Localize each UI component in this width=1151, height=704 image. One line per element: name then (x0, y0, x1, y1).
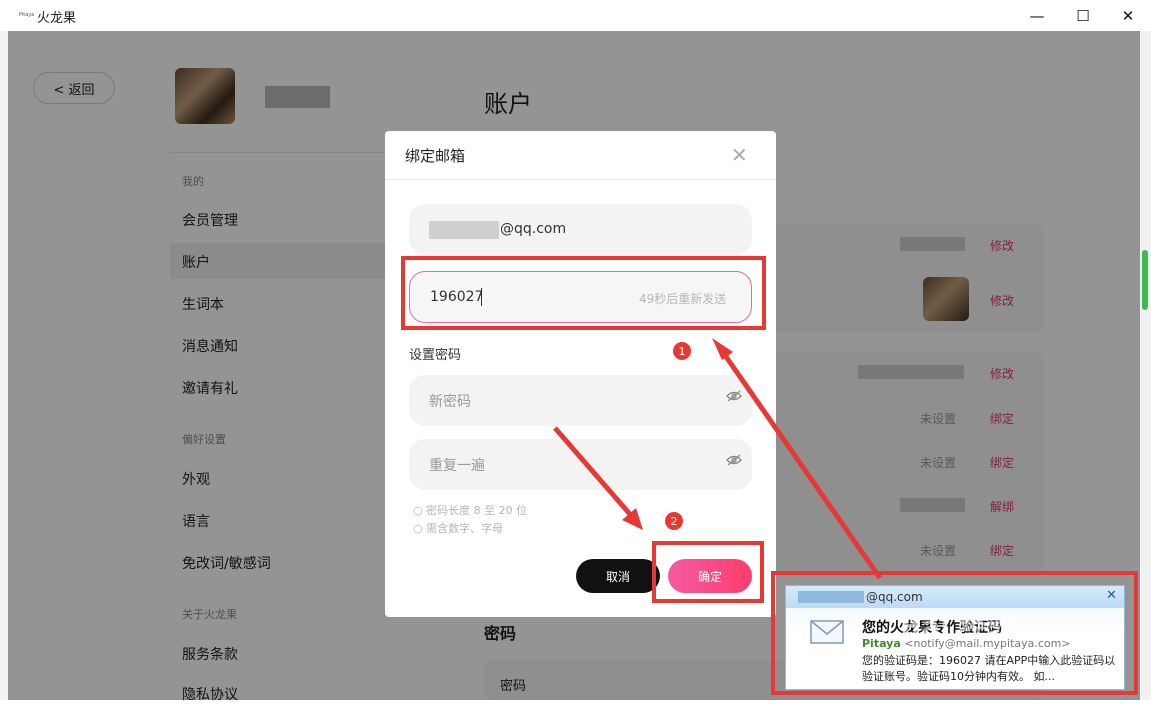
sender-name: Pitaya (862, 637, 901, 650)
dialog-divider (385, 179, 776, 180)
email-field[interactable]: @qq.com (409, 204, 752, 255)
rule-text: 需含数字、字母 (426, 522, 504, 535)
window-title: 火龙果 (37, 11, 77, 26)
notification-email: @qq.com (866, 590, 923, 604)
eye-hidden-icon[interactable] (726, 454, 742, 470)
watermark: Bai 经验 (900, 610, 1016, 643)
dialog-title: 绑定邮箱 (405, 147, 466, 165)
maximize-button[interactable]: ☐ (1060, 0, 1106, 31)
email-value: @qq.com (500, 221, 567, 237)
app-logo-icon: Pitaya (19, 12, 35, 18)
email-blurred-prefix (429, 221, 499, 239)
email-blurred-prefix (798, 591, 864, 603)
password-rule-chars: ○ 需含数字、字母 (413, 522, 504, 535)
rule-text: 密码长度 8 至 20 位 (426, 504, 528, 517)
notification-body: 您的验证码是：196027 请在APP中输入此验证码以验证账号。验证码10分钟内… (862, 654, 1116, 683)
envelope-icon (810, 620, 844, 644)
minimize-button[interactable]: — (1014, 0, 1060, 31)
close-window-button[interactable]: ✕ (1105, 0, 1151, 31)
scrollbar-track[interactable] (1140, 31, 1151, 700)
close-icon[interactable]: ✕ (731, 143, 748, 167)
highlight-box-code (401, 256, 766, 330)
repeat-password-input[interactable]: 重复一遍 (409, 439, 752, 490)
close-icon[interactable]: ✕ (1106, 588, 1117, 603)
set-password-label: 设置密码 (409, 348, 462, 363)
step-badge-2: 2 (665, 512, 683, 530)
eye-hidden-icon[interactable] (726, 390, 742, 406)
new-password-input[interactable]: 新密码 (409, 375, 752, 426)
repeat-password-placeholder: 重复一遍 (429, 458, 485, 474)
step-badge-1: 1 (673, 342, 691, 360)
highlight-box-confirm (652, 541, 764, 603)
password-rule-length: ○ 密码长度 8 至 20 位 (413, 504, 528, 517)
cancel-button[interactable]: 取消 (576, 559, 660, 593)
new-password-placeholder: 新密码 (429, 394, 471, 410)
scrollbar-thumb[interactable] (1142, 250, 1148, 310)
desktop-edge (0, 31, 8, 700)
window-titlebar: Pitaya 火龙果 — ☐ ✕ (0, 0, 1151, 32)
